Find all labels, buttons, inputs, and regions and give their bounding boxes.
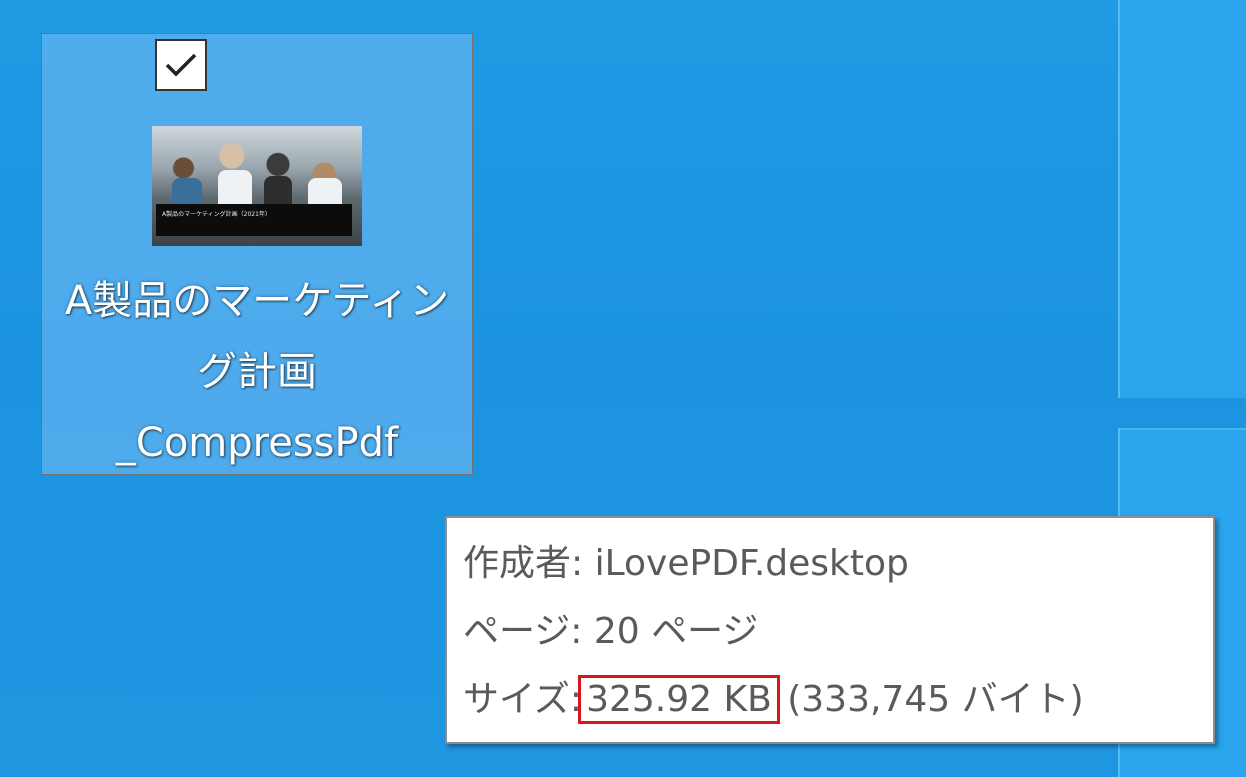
tooltip-size-row: サイズ: 325.92 KB (333,745 バイト) bbox=[463, 675, 1084, 724]
pages-value: 20 ページ bbox=[593, 611, 759, 652]
window-edge-panel bbox=[1118, 0, 1246, 398]
desktop-file-icon[interactable]: A製品のマーケティング計画（2021年） A製品のマーケティン グ計画 _Com… bbox=[41, 33, 473, 475]
size-label: サイズ: bbox=[463, 679, 583, 720]
thumbnail-caption: A製品のマーケティング計画（2021年） bbox=[156, 204, 352, 236]
author-value: iLovePDF.desktop bbox=[594, 543, 909, 584]
author-label: 作成者: bbox=[463, 543, 584, 584]
file-name-line: A製品のマーケティン bbox=[64, 278, 450, 324]
pdf-thumbnail: A製品のマーケティング計画（2021年） bbox=[152, 126, 362, 246]
pages-label: ページ: bbox=[463, 611, 583, 652]
checkmark-icon bbox=[165, 53, 197, 77]
size-value-highlight: 325.92 KB bbox=[578, 675, 780, 724]
desktop: A製品のマーケティング計画（2021年） A製品のマーケティン グ計画 _Com… bbox=[0, 0, 1246, 777]
file-name-line: _CompressPdf bbox=[115, 420, 399, 466]
file-name-line: グ計画 bbox=[197, 349, 317, 395]
file-info-tooltip: 作成者: iLovePDF.desktop ページ: 20 ページ サイズ: 32… bbox=[445, 516, 1215, 744]
tooltip-author-row: 作成者: iLovePDF.desktop bbox=[463, 540, 909, 588]
tooltip-pages-row: ページ: 20 ページ bbox=[463, 608, 758, 656]
file-name-label[interactable]: A製品のマーケティン グ計画 _CompressPdf bbox=[42, 266, 472, 479]
size-bytes: (333,745 バイト) bbox=[787, 679, 1084, 720]
select-checkbox[interactable] bbox=[155, 39, 207, 91]
